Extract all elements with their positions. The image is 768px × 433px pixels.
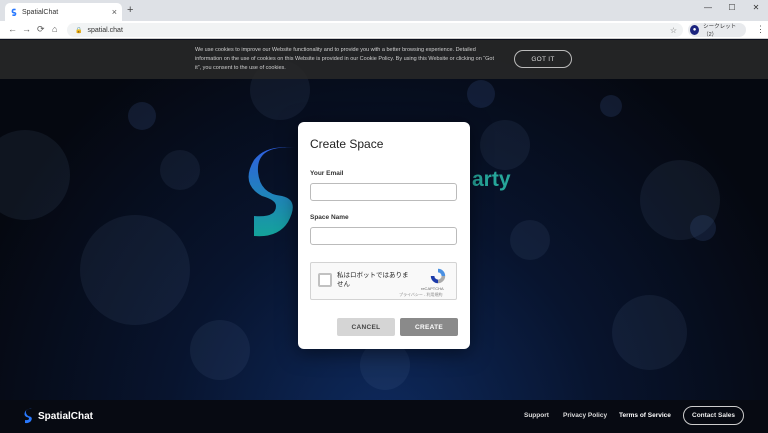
got-it-button[interactable]: GOT IT [514,50,572,68]
browser-toolbar: ← → ⟳ ⌂ 🔒 spatial.chat ☆ ● シークレット（2） ⋮ [0,21,768,39]
background-bubble [190,320,250,380]
background-bubble [690,215,716,241]
address-bar[interactable]: 🔒 spatial.chat ☆ [67,23,683,37]
tab-title: SpatialChat [22,8,59,16]
page-content: arty We use cookies to improve our Websi… [0,40,768,433]
minimize-icon[interactable]: — [696,0,720,14]
privacy-policy-link[interactable]: Privacy Policy [563,412,607,419]
create-button[interactable]: CREATE [400,318,458,336]
terms-of-service-link[interactable]: Terms of Service [619,412,671,419]
tab-close-icon[interactable]: × [112,7,117,17]
background-bubble [467,80,495,108]
background-bubble [480,120,530,170]
email-label: Your Email [310,170,344,177]
recaptcha-icon [430,268,446,284]
profile-label: シークレット（2） [703,24,737,38]
recaptcha-links[interactable]: プライバシー - 利用規約 [399,292,442,298]
cancel-button[interactable]: CANCEL [337,318,395,336]
background-bubble [128,102,156,130]
background-bubble [612,295,687,370]
background-bubble [600,95,622,117]
spatialchat-logo-icon [24,408,32,424]
maximize-icon[interactable]: ☐ [720,0,744,14]
space-name-field[interactable] [310,227,457,245]
page-footer: SpatialChat Support Privacy Policy Terms… [0,400,768,433]
recaptcha-brand: reCAPTCHA [421,286,444,291]
contact-sales-button[interactable]: Contact Sales [683,406,744,425]
cookie-text: We use cookies to improve our Website fu… [195,47,494,71]
bookmark-star-icon[interactable]: ☆ [670,26,677,35]
footer-logo-text: SpatialChat [38,410,94,422]
background-bubble [0,130,70,220]
incognito-profile-button[interactable]: ● シークレット（2） [688,23,746,38]
spatialchat-favicon [11,8,17,16]
tab-spatialchat[interactable]: SpatialChat × [5,3,122,21]
create-space-dialog: Create Space Your Email Space Name 私はロボッ… [298,122,470,349]
back-icon[interactable]: ← [8,24,17,34]
background-partial-heading: arty [472,168,511,191]
window-controls: — ☐ ✕ [696,0,768,14]
close-window-icon[interactable]: ✕ [744,0,768,14]
background-bubble [160,150,200,190]
email-field[interactable] [310,183,457,201]
incognito-icon: ● [690,25,700,35]
background-bubble [510,220,550,260]
url-text: spatial.chat [87,26,123,34]
reload-icon[interactable]: ⟳ [37,24,45,35]
background-bubble [80,215,190,325]
footer-logo[interactable]: SpatialChat [24,408,93,424]
support-link[interactable]: Support [524,412,549,419]
cookie-banner: We use cookies to improve our Website fu… [0,40,768,79]
space-name-label: Space Name [310,214,349,221]
home-icon[interactable]: ⌂ [52,24,57,34]
recaptcha-checkbox[interactable] [318,273,332,287]
dialog-title: Create Space [310,137,384,151]
recaptcha-text: 私はロボットではありません [337,272,409,288]
new-tab-button[interactable]: + [127,4,133,16]
browser-menu-icon[interactable]: ⋮ [756,24,765,35]
forward-icon[interactable]: → [22,24,31,34]
tab-strip: SpatialChat × + — ☐ ✕ [0,0,768,21]
recaptcha-widget: 私はロボットではありません reCAPTCHA プライバシー - 利用規約 [310,262,457,300]
lock-icon: 🔒 [75,27,83,34]
